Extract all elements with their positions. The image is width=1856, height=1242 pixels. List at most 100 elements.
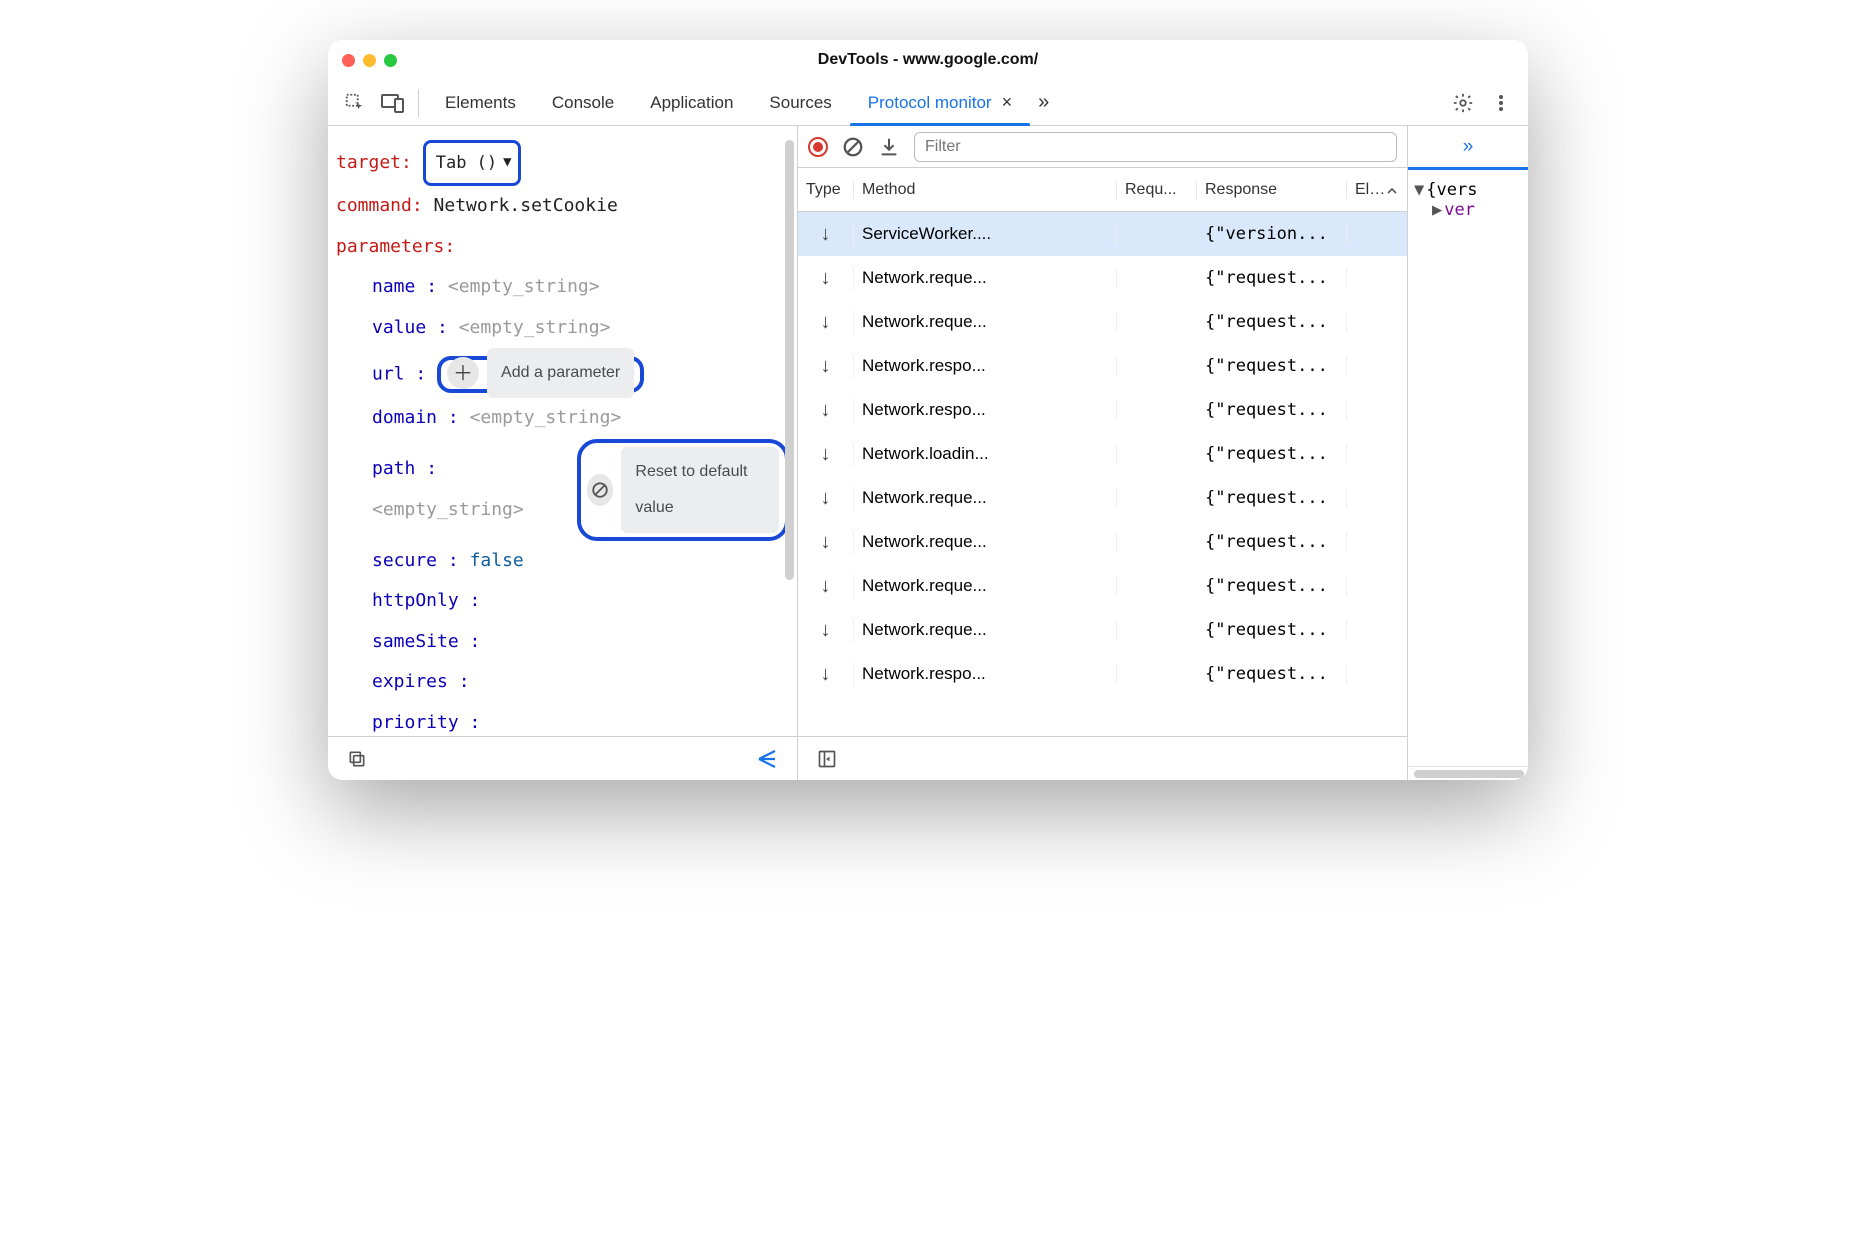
row-response: {"request... <box>1197 664 1347 684</box>
settings-gear-icon[interactable] <box>1446 86 1480 120</box>
tabs-overflow-icon[interactable]: » <box>1030 80 1057 125</box>
devtools-toolbar: Elements Console Application Sources Pro… <box>328 80 1528 126</box>
messages-table-pane: Type Method Requ... Response El… ↓ Servic… <box>798 126 1408 780</box>
command-value[interactable]: Network.setCookie <box>434 195 618 216</box>
devtools-window: DevTools - www.google.com/ Elements Cons… <box>328 40 1528 780</box>
row-method: Network.respo... <box>854 400 1117 420</box>
row-response: {"version... <box>1197 224 1347 244</box>
tab-console[interactable]: Console <box>534 80 632 125</box>
row-response: {"request... <box>1197 356 1347 376</box>
add-parameter-tooltip: Add a parameter <box>487 348 634 398</box>
tree-caret-right-icon[interactable]: ▶ <box>1432 200 1442 220</box>
table-row[interactable]: ↓Network.respo...{"request... <box>798 388 1407 432</box>
filter-input[interactable] <box>914 132 1397 162</box>
col-method[interactable]: Method <box>854 181 1117 199</box>
zoom-window-button[interactable] <box>384 54 397 67</box>
traffic-lights <box>342 54 397 67</box>
col-type[interactable]: Type <box>798 181 854 199</box>
row-method: Network.reque... <box>854 532 1117 552</box>
reset-default-button[interactable]: Reset to default value <box>587 447 779 533</box>
window-title: DevTools - www.google.com/ <box>328 51 1528 69</box>
table-row[interactable]: ↓Network.loadin... {"request... <box>798 432 1407 476</box>
table-row[interactable]: ↓Network.reque...{"request... <box>798 564 1407 608</box>
direction-icon: ↓ <box>798 355 854 378</box>
table-row[interactable]: ↓Network.reque... {"request... <box>798 256 1407 300</box>
details-h-scrollbar[interactable] <box>1408 766 1528 780</box>
row-response: {"request... <box>1197 312 1347 332</box>
row-response: {"request... <box>1197 488 1347 508</box>
direction-icon: ↓ <box>798 663 854 686</box>
direction-icon: ↓ <box>798 487 854 510</box>
row-method: ServiceWorker.... <box>854 224 1117 244</box>
chevron-down-icon: ▼ <box>503 147 511 179</box>
direction-icon: ↓ <box>798 575 854 598</box>
inspect-element-icon[interactable] <box>338 86 372 120</box>
row-method: Network.respo... <box>854 356 1117 376</box>
target-key: target <box>336 152 401 173</box>
close-window-button[interactable] <box>342 54 355 67</box>
row-response: {"request... <box>1197 268 1347 288</box>
send-command-icon[interactable] <box>751 742 785 776</box>
table-row[interactable]: ↓Network.respo...{"request... <box>798 652 1407 696</box>
details-pane: » ▼{vers ▶ver <box>1408 126 1528 780</box>
titlebar: DevTools - www.google.com/ <box>328 40 1528 80</box>
table-footer <box>798 736 1407 780</box>
row-response: {"request... <box>1197 620 1347 640</box>
table-row[interactable]: ↓Network.reque...{"request... <box>798 476 1407 520</box>
download-icon[interactable] <box>878 136 900 158</box>
prohibit-icon <box>587 474 614 506</box>
panel-tabs: Elements Console Application Sources Pro… <box>427 80 1057 125</box>
tab-sources[interactable]: Sources <box>751 80 849 125</box>
direction-icon: ↓ <box>798 619 854 642</box>
plus-icon: ＋ <box>447 357 479 389</box>
add-parameter-highlight: ＋ Add a parameter <box>437 356 644 393</box>
details-tree[interactable]: ▼{vers ▶ver <box>1408 170 1528 230</box>
tab-protocol-monitor[interactable]: Protocol monitor × <box>850 80 1030 125</box>
table-row[interactable]: ↓Network.reque... {"request... <box>798 608 1407 652</box>
direction-icon: ↓ <box>798 399 854 422</box>
minimize-window-button[interactable] <box>363 54 376 67</box>
row-response: {"request... <box>1197 444 1347 464</box>
direction-icon: ↓ <box>798 311 854 334</box>
direction-icon: ↓ <box>798 443 854 466</box>
close-tab-icon[interactable]: × <box>1002 92 1013 113</box>
tree-caret-down-icon[interactable]: ▼ <box>1414 180 1424 200</box>
row-method: Network.reque... <box>854 312 1117 332</box>
row-method: Network.reque... <box>854 620 1117 640</box>
details-tab-overflow[interactable]: » <box>1408 126 1528 170</box>
row-method: Network.reque... <box>854 268 1117 288</box>
row-method: Network.loadin... <box>854 444 1117 464</box>
command-editor[interactable]: target: Tab () ▼ command: Network.setCoo… <box>328 126 797 736</box>
direction-icon: ↓ <box>798 267 854 290</box>
command-key: command <box>336 195 412 216</box>
clear-icon[interactable] <box>842 136 864 158</box>
row-method: Network.reque... <box>854 576 1117 596</box>
editor-footer <box>328 736 797 780</box>
device-toolbar-icon[interactable] <box>376 86 410 120</box>
table-header: Type Method Requ... Response El… <box>798 168 1407 212</box>
table-row[interactable]: ↓Network.respo... {"request... <box>798 344 1407 388</box>
target-select[interactable]: Tab () ▼ <box>423 140 521 186</box>
table-row[interactable]: ↓Network.reque...{"request... <box>798 520 1407 564</box>
tab-elements[interactable]: Elements <box>427 80 534 125</box>
right-panes: Type Method Requ... Response El… ↓ Servic… <box>798 126 1528 780</box>
toolbar-separator <box>418 89 419 117</box>
table-row[interactable]: ↓Network.reque... {"request... <box>798 300 1407 344</box>
col-elapsed[interactable]: El… <box>1347 181 1407 199</box>
more-vertical-icon[interactable] <box>1484 86 1518 120</box>
copy-icon[interactable] <box>340 742 374 776</box>
table-body[interactable]: ↓ServiceWorker....{"version...↓Network.r… <box>798 212 1407 736</box>
tab-application[interactable]: Application <box>632 80 751 125</box>
table-row[interactable]: ↓ServiceWorker....{"version... <box>798 212 1407 256</box>
dock-side-icon[interactable] <box>810 742 844 776</box>
record-button[interactable] <box>808 137 828 157</box>
command-editor-pane: target: Tab () ▼ command: Network.setCoo… <box>328 126 798 780</box>
scrollbar-thumb[interactable] <box>785 140 794 580</box>
reset-default-highlight: Reset to default value <box>577 439 789 541</box>
col-response[interactable]: Response <box>1197 181 1347 199</box>
add-parameter-button[interactable]: ＋ Add a parameter <box>447 348 634 398</box>
parameters-key: parameters <box>336 236 444 257</box>
col-request[interactable]: Requ... <box>1117 181 1197 199</box>
content-area: target: Tab () ▼ command: Network.setCoo… <box>328 126 1528 780</box>
direction-icon: ↓ <box>798 531 854 554</box>
